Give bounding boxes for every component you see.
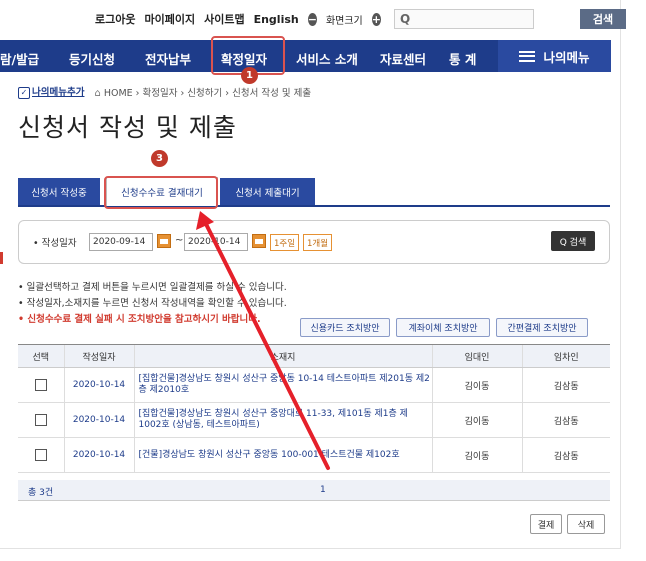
- row-landlord: 김이동: [431, 367, 522, 403]
- table-header-row: 선택 작성일자 소재지 임대인 임차인: [18, 344, 610, 368]
- check-icon: ✓: [18, 87, 30, 99]
- calendar-icon[interactable]: [252, 234, 266, 248]
- date-from-input[interactable]: 2020-09-14: [89, 233, 153, 251]
- row-landlord: 김이동: [431, 402, 522, 438]
- edge-marker: [0, 252, 3, 264]
- row-tenant: 김삼동: [521, 437, 610, 473]
- card-guide-button[interactable]: 신용카드 조치방안: [300, 318, 390, 337]
- table-footer: 총 3건 1: [18, 480, 610, 501]
- zoom-label: 화면크기: [325, 15, 363, 27]
- highlight-tab-box: [104, 176, 218, 209]
- add-my-menu-link[interactable]: ✓ 나의메뉴추가: [18, 84, 84, 99]
- notice-list: • 일괄선택하고 결제 버튼을 누르시면 일괄결제를 하실 수 있습니다. • …: [18, 280, 287, 328]
- site-search: Q 검색: [393, 9, 626, 29]
- utility-bar: 로그아웃 마이페이지 사이트맵 English − 화면크기 + Q 검색: [95, 6, 626, 32]
- col-address: 소재지: [133, 344, 432, 368]
- mypage-link[interactable]: 마이페이지: [144, 11, 195, 27]
- row-tenant: 김삼동: [521, 402, 610, 438]
- row-date-link[interactable]: 2020-10-14: [63, 367, 134, 403]
- logout-link[interactable]: 로그아웃: [95, 11, 135, 27]
- row-address-link[interactable]: [집합건물]경상남도 창원시 성산구 중앙동 10-14 테스트아파트 제201…: [133, 367, 432, 403]
- sitemap-link[interactable]: 사이트맵: [204, 11, 244, 27]
- date-label: • 작성일자: [33, 238, 77, 249]
- nav-item-resources[interactable]: 자료센터: [380, 49, 426, 68]
- row-checkbox[interactable]: [34, 449, 47, 461]
- nav-item-issue[interactable]: 람/발급: [0, 49, 39, 68]
- my-menu-label: 나의메뉴: [543, 49, 590, 65]
- home-icon: ⌂: [94, 87, 101, 99]
- tab-writing[interactable]: 신청서 작성중: [18, 178, 100, 205]
- tab-submit[interactable]: 신청서 제출대기: [220, 178, 315, 205]
- row-landlord: 김이동: [431, 437, 522, 473]
- english-link[interactable]: English: [254, 13, 299, 26]
- main-nav: 람/발급 등기신청 전자납부 확정일자 서비스 소개 자료센터 통 계 나의메뉴: [0, 40, 611, 72]
- site-search-button[interactable]: 검색: [579, 9, 626, 29]
- col-landlord: 임대인: [431, 344, 522, 368]
- application-table: 선택 작성일자 소재지 임대인 임차인 2020-10-14 [집합건물]경상남…: [18, 344, 610, 473]
- date-search-panel: • 작성일자 2020-09-14 ~ 2020-10-14 1주일 1개월 Q…: [18, 220, 610, 264]
- search-icon: Q: [399, 12, 411, 26]
- page-frame: 로그아웃 마이페이지 사이트맵 English − 화면크기 + Q 검색 람/…: [0, 0, 626, 549]
- page-title: 신청서 작성 및 제출: [18, 113, 237, 142]
- notice-item: • 작성일자,소재지를 누르면 신청서 작성내역을 확인할 수 있습니다.: [18, 298, 287, 309]
- nav-item-registry[interactable]: 등기신청: [69, 49, 115, 68]
- row-date-link[interactable]: 2020-10-14: [63, 437, 134, 473]
- zoom-in-icon[interactable]: +: [371, 12, 381, 26]
- site-search-input[interactable]: Q: [393, 9, 534, 29]
- table-row: 2020-10-14 [집합건물]경상남도 창원시 성산구 중앙대로 11-33…: [18, 402, 610, 438]
- delete-button[interactable]: 삭제: [567, 514, 605, 534]
- calendar-icon[interactable]: [157, 234, 171, 248]
- transfer-guide-button[interactable]: 계좌이체 조치방안: [396, 318, 490, 337]
- table-row: 2020-10-14 [집합건물]경상남도 창원시 성산구 중앙동 10-14 …: [18, 367, 610, 403]
- page-number[interactable]: 1: [320, 485, 326, 495]
- notice-item: • 일괄선택하고 결제 버튼을 누르시면 일괄결제를 하실 수 있습니다.: [18, 282, 287, 293]
- breadcrumb-path: HOME › 확정일자 › 신청하기 › 신청서 작성 및 제출: [103, 87, 312, 99]
- row-checkbox[interactable]: [34, 379, 47, 391]
- easypay-guide-button[interactable]: 간편결제 조치방안: [496, 318, 588, 337]
- search-button[interactable]: Q 검색: [551, 231, 595, 251]
- col-tenant: 임차인: [521, 344, 610, 368]
- my-menu-button[interactable]: 나의메뉴: [498, 40, 611, 72]
- one-month-button[interactable]: 1개월: [303, 234, 333, 251]
- step-badge-3: 3: [151, 150, 168, 167]
- zoom-out-icon[interactable]: −: [307, 12, 317, 26]
- nav-item-epay[interactable]: 전자납부: [145, 49, 191, 68]
- one-week-button[interactable]: 1주일: [270, 234, 300, 251]
- pay-button[interactable]: 결제: [530, 514, 562, 534]
- col-date: 작성일자: [63, 344, 134, 368]
- row-date-link[interactable]: 2020-10-14: [63, 402, 134, 438]
- col-select: 선택: [18, 344, 64, 368]
- range-tilde: ~: [175, 235, 184, 246]
- row-address-link[interactable]: [건물]경상남도 창원시 성산구 중앙동 100-001 테스트건물 제102호: [133, 437, 432, 473]
- nav-item-service[interactable]: 서비스 소개: [296, 49, 358, 68]
- table-row: 2020-10-14 [건물]경상남도 창원시 성산구 중앙동 100-001 …: [18, 437, 610, 473]
- row-checkbox[interactable]: [34, 414, 47, 426]
- step-badge-1: 1: [241, 67, 258, 84]
- row-address-link[interactable]: [집합건물]경상남도 창원시 성산구 중앙대로 11-33, 제101동 제1층…: [133, 402, 432, 438]
- notice-warning: • 신청수수료 결제 실패 시 조치방안을 참고하시기 바랍니다.: [18, 314, 261, 325]
- row-tenant: 김삼동: [521, 367, 610, 403]
- nav-item-stats[interactable]: 통 계: [449, 49, 476, 68]
- date-to-input[interactable]: 2020-10-14: [184, 233, 248, 251]
- total-count: 총 3건: [28, 488, 54, 498]
- breadcrumb: ✓ 나의메뉴추가 ⌂ HOME › 확정일자 › 신청하기 › 신청서 작성 및 …: [18, 84, 311, 99]
- hamburger-icon: [519, 50, 536, 62]
